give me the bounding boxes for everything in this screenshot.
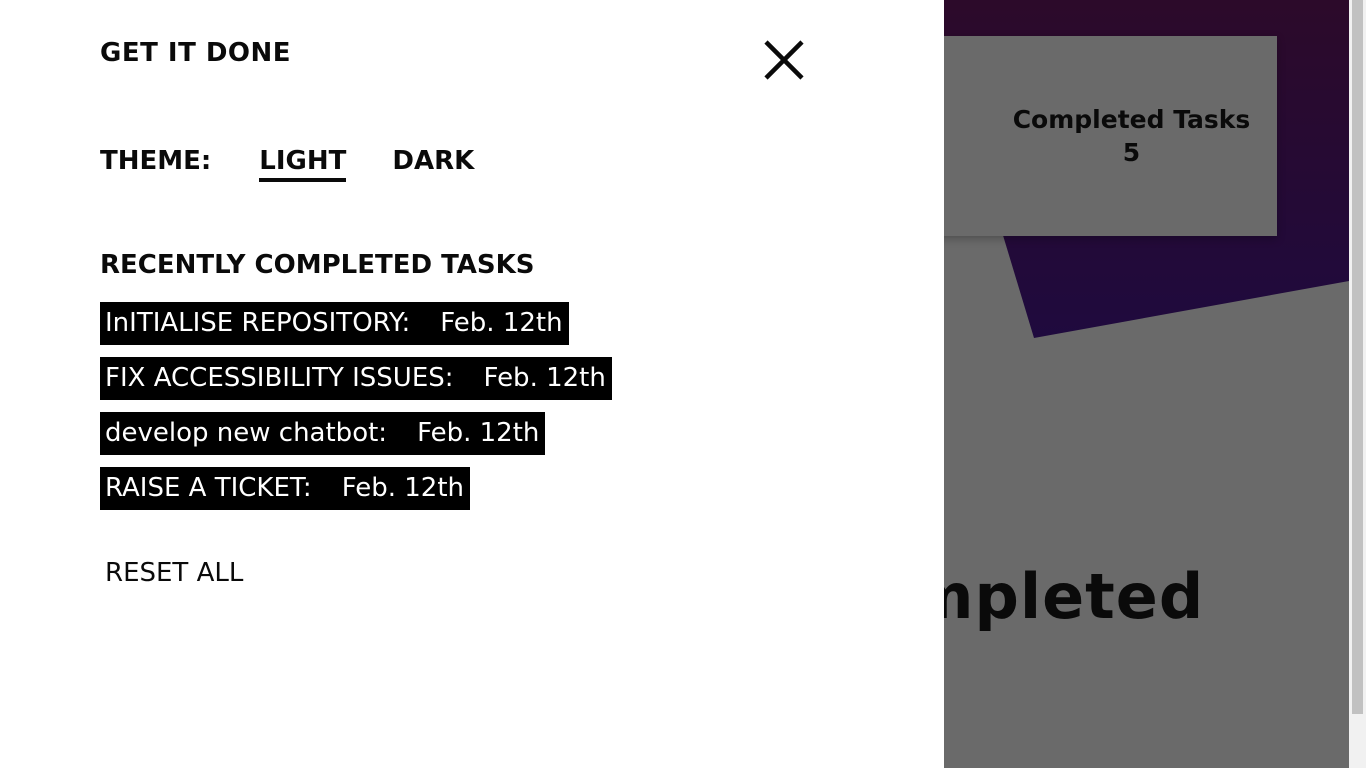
theme-selector: THEME: LIGHT DARK (100, 146, 520, 182)
close-button[interactable] (760, 36, 808, 84)
reset-all-button[interactable]: RESET ALL (105, 558, 243, 588)
completed-tasks-label: Completed Tasks (1012, 105, 1251, 134)
theme-option-dark[interactable]: DARK (392, 146, 474, 178)
task-date: Feb. 12th (417, 418, 540, 448)
theme-option-light[interactable]: LIGHT (259, 146, 347, 182)
recent-tasks-heading: RECENTLY COMPLETED TASKS (100, 250, 535, 280)
recent-tasks-list: InITIALISE REPOSITORY: Feb. 12th FIX ACCE… (100, 302, 612, 522)
completed-tasks-card: Completed Tasks 5 (886, 36, 1277, 236)
task-date: Feb. 12th (341, 473, 465, 503)
task-name: FIX ACCESSIBILITY ISSUES: (105, 363, 454, 393)
app-window: Completed Tasks 5 Tasks Completed Todays… (0, 0, 1366, 768)
task-name: develop new chatbot: (105, 418, 388, 448)
close-icon (764, 40, 804, 80)
list-item[interactable]: InITIALISE REPOSITORY: Feb. 12th (100, 302, 569, 345)
list-item[interactable]: develop new chatbot: Feb. 12th (100, 412, 546, 455)
list-item[interactable]: RAISE A TICKET: Feb. 12th (100, 467, 471, 510)
settings-drawer: GET IT DONE THEME: LIGHT DARK RECENTLY C… (0, 0, 944, 768)
list-item[interactable]: FIX ACCESSIBILITY ISSUES: Feb. 12th (100, 357, 612, 400)
task-date: Feb. 12th (440, 308, 563, 338)
theme-label: THEME: (100, 146, 212, 176)
page-scrollbar[interactable] (1349, 0, 1366, 768)
task-date: Feb. 12th (483, 363, 606, 393)
app-title: GET IT DONE (100, 38, 292, 68)
task-name: RAISE A TICKET: (105, 473, 312, 503)
scrollbar-thumb[interactable] (1352, 0, 1363, 714)
task-name: InITIALISE REPOSITORY: (105, 308, 411, 338)
completed-tasks-count: 5 (1122, 138, 1141, 167)
